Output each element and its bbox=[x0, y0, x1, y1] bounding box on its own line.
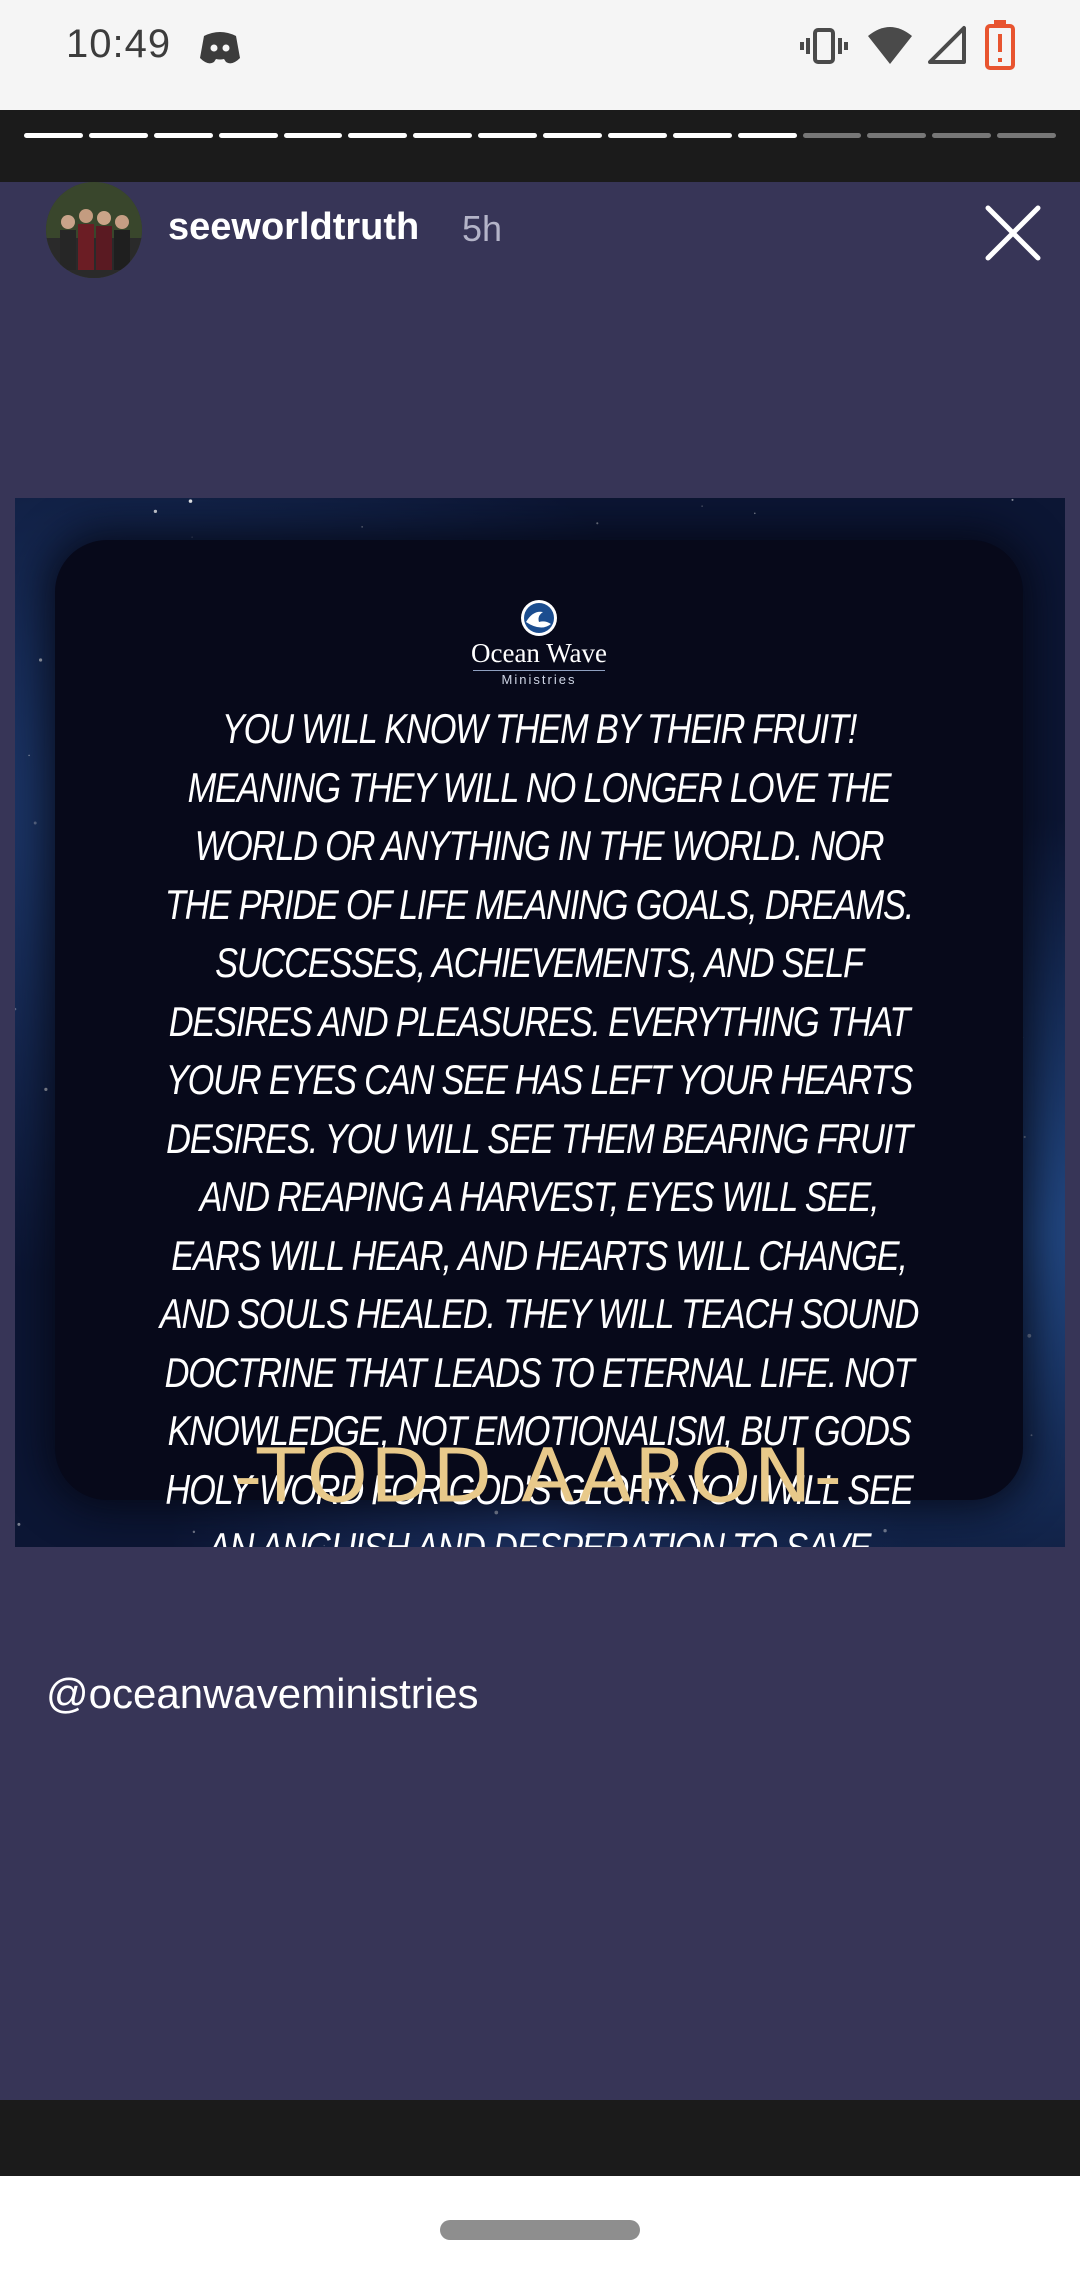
star bbox=[1030, 1434, 1033, 1437]
quote-text: YOU WILL KNOW THEM BY THEIR FRUIT! MEANI… bbox=[159, 705, 920, 1547]
star bbox=[188, 499, 193, 503]
star bbox=[1011, 498, 1014, 501]
progress-segment bbox=[218, 133, 278, 138]
discord-icon bbox=[200, 32, 240, 64]
progress-segment bbox=[88, 133, 148, 138]
star bbox=[15, 1007, 17, 1011]
star bbox=[153, 509, 158, 514]
progress-segment bbox=[867, 133, 927, 138]
close-button[interactable] bbox=[982, 202, 1044, 264]
navigation-bar bbox=[0, 2176, 1080, 2270]
logo-subtitle: Ministries bbox=[473, 670, 605, 687]
cell-signal-icon bbox=[928, 26, 966, 64]
reply-bar bbox=[0, 2102, 1080, 2176]
progress-segment bbox=[543, 133, 602, 138]
vibrate-icon bbox=[800, 28, 848, 64]
progress-segment bbox=[672, 133, 732, 138]
progress-segment bbox=[24, 133, 83, 138]
post-age: 5h bbox=[462, 208, 503, 249]
logo-name: Ocean Wave bbox=[470, 638, 607, 668]
quote-panel: Ocean Wave Ministries YOU WILL KNOW THEM… bbox=[55, 540, 1023, 1547]
progress-segment bbox=[348, 133, 408, 138]
star bbox=[1023, 1135, 1026, 1139]
author-username[interactable]: seeworldtruth bbox=[168, 206, 419, 249]
home-gesture-pill[interactable] bbox=[440, 2220, 640, 2240]
progress-segment bbox=[283, 133, 343, 138]
star bbox=[28, 754, 30, 757]
avatar-photo bbox=[46, 182, 142, 278]
star bbox=[1027, 1333, 1032, 1338]
wave-logo-icon bbox=[521, 600, 557, 636]
progress-segment bbox=[153, 133, 213, 138]
story-image: Ocean Wave Ministries YOU WILL KNOW THEM… bbox=[15, 498, 1065, 1547]
progress-segment bbox=[607, 133, 667, 138]
star bbox=[39, 658, 43, 662]
star bbox=[191, 536, 193, 538]
status-bar: 10:49 bbox=[0, 0, 1080, 110]
star bbox=[17, 1522, 21, 1526]
progress-segment bbox=[802, 133, 862, 138]
status-time: 10:49 bbox=[66, 22, 172, 66]
progress-segment bbox=[737, 133, 797, 138]
star bbox=[44, 1087, 48, 1091]
wifi-icon bbox=[868, 27, 912, 64]
star bbox=[754, 512, 756, 515]
star bbox=[596, 522, 599, 525]
quote-attribution: -TODD AARON- bbox=[234, 1434, 844, 1520]
ministry-logo: Ocean Wave Ministries bbox=[459, 598, 619, 694]
star bbox=[33, 821, 37, 825]
progress-segment bbox=[997, 133, 1056, 138]
star bbox=[361, 526, 363, 528]
battery-low-icon bbox=[985, 20, 1015, 70]
progress-segment bbox=[932, 133, 992, 138]
story-viewer[interactable]: seeworldtruth 5h Ocean Wave Ministries Y… bbox=[0, 110, 1080, 2229]
mention-link[interactable]: @oceanwaveministries bbox=[46, 1670, 478, 1718]
progress-segment bbox=[413, 133, 473, 138]
avatar[interactable] bbox=[46, 182, 142, 278]
star bbox=[701, 505, 703, 507]
story-progress bbox=[24, 133, 1056, 139]
progress-segment bbox=[478, 133, 537, 138]
close-icon bbox=[985, 205, 1041, 261]
